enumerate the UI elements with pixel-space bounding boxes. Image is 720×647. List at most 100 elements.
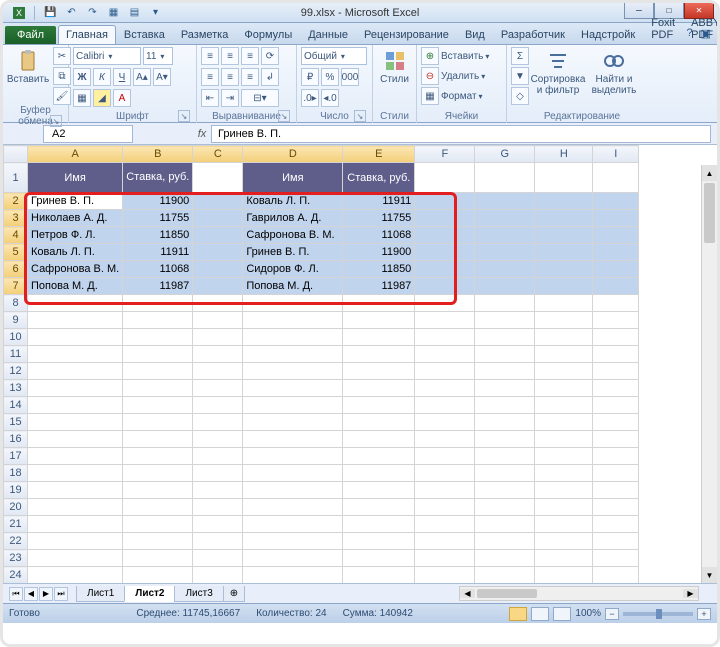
insert-cells-icon[interactable]: ⊕ (421, 47, 439, 65)
cell-C10[interactable] (193, 329, 243, 346)
fx-button[interactable]: fx (193, 128, 211, 140)
cell-H14[interactable] (535, 397, 593, 414)
cell-G19[interactable] (475, 482, 535, 499)
insert-cells-label[interactable]: Вставить (441, 51, 483, 62)
cell-D3[interactable]: Гаврилов А. Д. (243, 210, 343, 227)
format-cells-label[interactable]: Формат (441, 91, 477, 102)
row-header-9[interactable]: 9 (4, 312, 28, 329)
cell-E15[interactable] (343, 414, 415, 431)
cell-F18[interactable] (415, 465, 475, 482)
cell-G2[interactable] (475, 193, 535, 210)
merge-icon[interactable]: ⊟▾ (241, 89, 279, 107)
cell-C19[interactable] (193, 482, 243, 499)
cell-C11[interactable] (193, 346, 243, 363)
cell-G14[interactable] (475, 397, 535, 414)
cell-I3[interactable] (593, 210, 639, 227)
delete-cells-icon[interactable]: ⊖ (421, 67, 439, 85)
cell-I1[interactable] (593, 163, 639, 193)
delete-cells-label[interactable]: Удалить (441, 71, 479, 82)
inc-dec-icon[interactable]: .0▸ (301, 89, 319, 107)
cell-B9[interactable] (123, 312, 193, 329)
cell-E21[interactable] (343, 516, 415, 533)
cell-D21[interactable] (243, 516, 343, 533)
cell-I18[interactable] (593, 465, 639, 482)
cell-F15[interactable] (415, 414, 475, 431)
cell-G6[interactable] (475, 261, 535, 278)
vscroll-thumb[interactable] (704, 183, 715, 243)
cell-E7[interactable]: 11987 (343, 278, 415, 295)
cell-G23[interactable] (475, 550, 535, 567)
cell-E5[interactable]: 11900 (343, 244, 415, 261)
row-header-22[interactable]: 22 (4, 533, 28, 550)
cell-H22[interactable] (535, 533, 593, 550)
cell-G9[interactable] (475, 312, 535, 329)
cell-I10[interactable] (593, 329, 639, 346)
cell-I23[interactable] (593, 550, 639, 567)
tab-addins[interactable]: Надстройк (573, 25, 643, 44)
cell-E16[interactable] (343, 431, 415, 448)
cell-A14[interactable] (28, 397, 123, 414)
paste-button[interactable]: Вставить (7, 47, 49, 86)
cell-E19[interactable] (343, 482, 415, 499)
cell-E4[interactable]: 11068 (343, 227, 415, 244)
cell-H18[interactable] (535, 465, 593, 482)
row-header-8[interactable]: 8 (4, 295, 28, 312)
cell-F7[interactable] (415, 278, 475, 295)
cell-D5[interactable]: Гринев В. П. (243, 244, 343, 261)
cell-E13[interactable] (343, 380, 415, 397)
cell-H3[interactable] (535, 210, 593, 227)
sheet-tab-2[interactable]: Лист2 (124, 586, 175, 602)
align-bot-icon[interactable]: ≡ (241, 47, 259, 65)
cell-C7[interactable] (193, 278, 243, 295)
cell-H8[interactable] (535, 295, 593, 312)
cell-F14[interactable] (415, 397, 475, 414)
row-header-10[interactable]: 10 (4, 329, 28, 346)
cell-F4[interactable] (415, 227, 475, 244)
cell-F19[interactable] (415, 482, 475, 499)
cell-H6[interactable] (535, 261, 593, 278)
cell-I4[interactable] (593, 227, 639, 244)
cell-C23[interactable] (193, 550, 243, 567)
cell-F13[interactable] (415, 380, 475, 397)
col-header-D[interactable]: D (243, 146, 343, 163)
cell-A13[interactable] (28, 380, 123, 397)
cell-H9[interactable] (535, 312, 593, 329)
tab-insert[interactable]: Вставка (116, 25, 173, 44)
cell-I7[interactable] (593, 278, 639, 295)
cell-I9[interactable] (593, 312, 639, 329)
clipboard-launcher[interactable]: ↘ (50, 115, 62, 127)
cell-A8[interactable] (28, 295, 123, 312)
cell-D1[interactable]: Имя (243, 163, 343, 193)
cell-B6[interactable]: 11068 (123, 261, 193, 278)
cell-H15[interactable] (535, 414, 593, 431)
cell-C13[interactable] (193, 380, 243, 397)
cell-C14[interactable] (193, 397, 243, 414)
cell-G20[interactable] (475, 499, 535, 516)
row-header-2[interactable]: 2 (4, 193, 28, 210)
cell-C3[interactable] (193, 210, 243, 227)
cell-E18[interactable] (343, 465, 415, 482)
cell-B3[interactable]: 11755 (123, 210, 193, 227)
cell-B13[interactable] (123, 380, 193, 397)
zoom-slider[interactable] (623, 612, 693, 616)
cell-A24[interactable] (28, 567, 123, 584)
cell-G18[interactable] (475, 465, 535, 482)
cell-H2[interactable] (535, 193, 593, 210)
cell-F17[interactable] (415, 448, 475, 465)
row-header-15[interactable]: 15 (4, 414, 28, 431)
cell-B8[interactable] (123, 295, 193, 312)
cell-F9[interactable] (415, 312, 475, 329)
cell-B22[interactable] (123, 533, 193, 550)
cell-B10[interactable] (123, 329, 193, 346)
row-header-21[interactable]: 21 (4, 516, 28, 533)
tab-file[interactable]: Файл (5, 26, 56, 44)
cell-I19[interactable] (593, 482, 639, 499)
tab-foxitpdf[interactable]: Foxit PDF (643, 13, 683, 44)
cell-H23[interactable] (535, 550, 593, 567)
cell-B19[interactable] (123, 482, 193, 499)
cell-H24[interactable] (535, 567, 593, 584)
tab-nav-next-icon[interactable]: ▶ (39, 587, 53, 601)
cell-D17[interactable] (243, 448, 343, 465)
cell-F2[interactable] (415, 193, 475, 210)
cell-G8[interactable] (475, 295, 535, 312)
